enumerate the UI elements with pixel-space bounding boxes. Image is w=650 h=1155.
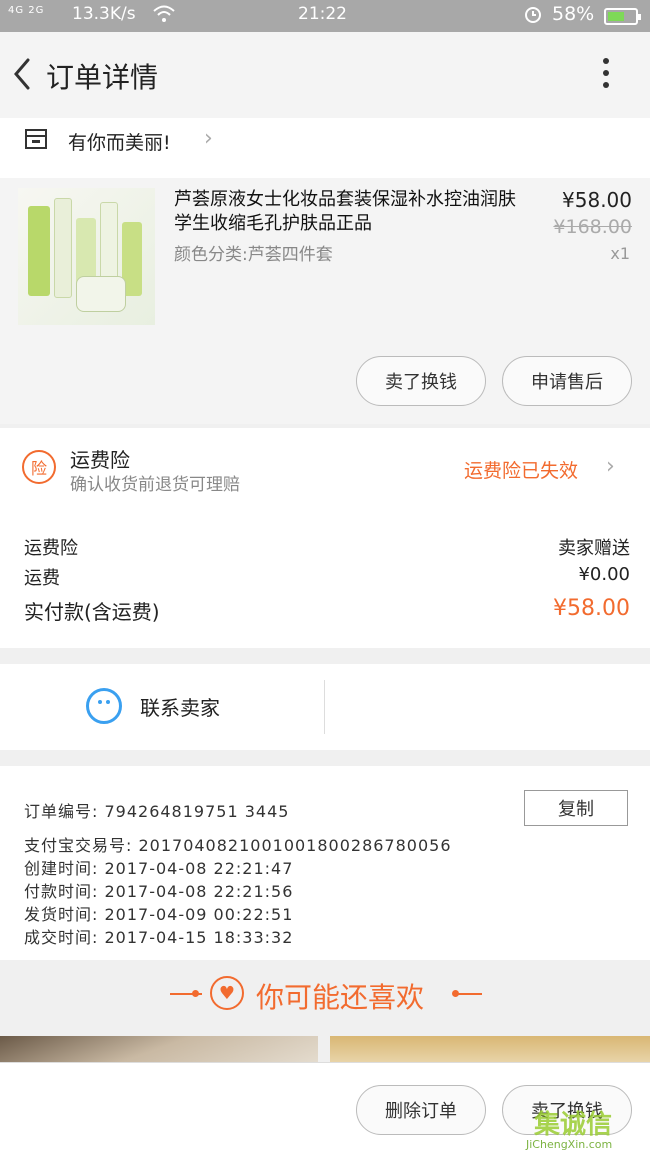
fee-value: ¥0.00	[578, 564, 630, 585]
insurance-status: 运费险已失效	[464, 460, 579, 482]
product-price: ¥58.00	[562, 188, 632, 212]
product-card: 芦荟原液女士化妆品套装保湿补水控油润肤学生收缩毛孔护肤品正品 颜色分类:芦荟四件…	[0, 178, 650, 424]
product-name[interactable]: 芦荟原液女士化妆品套装保湿补水控油润肤学生收缩毛孔护肤品正品	[174, 188, 526, 236]
alarm-icon	[522, 3, 544, 30]
contact-bar: 联系卖家	[0, 664, 650, 750]
completed-time: 成交时间: 2017-04-15 18:33:32	[24, 928, 294, 947]
chevron-right-icon: ›	[204, 126, 213, 151]
contact-seller-button[interactable]: 联系卖家	[140, 692, 220, 721]
clock: 21:22	[298, 4, 347, 24]
back-arrow-icon[interactable]	[8, 54, 38, 94]
chevron-right-icon: ›	[606, 454, 615, 479]
product-image[interactable]	[18, 188, 155, 325]
fee-label: 运费	[24, 568, 60, 589]
delete-order-button[interactable]: 删除订单	[356, 1085, 486, 1135]
shop-row[interactable]: 有你而美丽! ›	[0, 118, 650, 178]
fee-row: 运费险 卖家赠送	[24, 534, 630, 560]
chat-face-icon[interactable]	[86, 688, 122, 724]
watermark-text: 集诚信	[534, 1110, 613, 1140]
top-nav: 订单详情	[0, 32, 650, 118]
paid-row: 实付款(含运费) ¥58.00	[24, 596, 630, 625]
order-info: 订单编号: 794264819751 3445 复制 支付宝交易号: 20170…	[0, 766, 650, 960]
paid-amount: ¥58.00	[553, 596, 630, 621]
resell-button[interactable]: 卖了换钱	[356, 356, 486, 406]
shop-name: 有你而美丽!	[68, 132, 171, 154]
after-sales-button[interactable]: 申请售后	[502, 356, 632, 406]
watermark-url: JiChengXin.com	[526, 1138, 613, 1151]
network-speed: 13.3K/s	[72, 4, 136, 24]
signal-indicator: 4G 2G	[8, 5, 45, 16]
fee-label: 运费险	[24, 538, 78, 559]
fee-summary: 运费险 卖家赠送 运费 ¥0.00 实付款(含运费) ¥58.00	[0, 508, 650, 648]
status-bar: 4G 2G 13.3K/s 21:22 58%	[0, 0, 650, 32]
heart-icon: ♥	[210, 976, 244, 1010]
insurance-badge-icon: 险	[22, 450, 56, 484]
insurance-title: 运费险	[70, 448, 130, 472]
fee-row: 运费 ¥0.00	[24, 564, 630, 590]
paid-time: 付款时间: 2017-04-08 22:21:56	[24, 882, 294, 901]
recommend-header: ♥ 你可能还喜欢	[0, 964, 650, 1024]
original-price: ¥168.00	[553, 216, 632, 238]
decor-dot	[192, 990, 199, 997]
insurance-subtitle: 确认收货前退货可理赔	[70, 475, 240, 495]
battery-percent: 58%	[552, 3, 595, 25]
paid-label: 实付款(含运费)	[24, 600, 160, 624]
recommend-title: 你可能还喜欢	[256, 981, 425, 1014]
shipped-time: 发货时间: 2017-04-09 00:22:51	[24, 905, 294, 924]
product-quantity: x1	[610, 244, 630, 263]
created-time: 创建时间: 2017-04-08 22:21:47	[24, 859, 294, 878]
watermark-logo: 集诚信 JiChengXin.com	[526, 1104, 650, 1155]
page-title: 订单详情	[46, 61, 159, 94]
divider	[324, 680, 325, 734]
order-number: 订单编号: 794264819751 3445	[24, 802, 290, 821]
product-variant: 颜色分类:芦荟四件套	[174, 245, 333, 265]
store-icon	[24, 128, 48, 150]
more-menu-icon[interactable]	[596, 58, 616, 98]
battery-icon	[604, 8, 641, 25]
fee-value: 卖家赠送	[558, 538, 630, 559]
shipping-insurance-row[interactable]: 险 运费险 确认收货前退货可理赔 运费险已失效 ›	[0, 428, 650, 508]
wifi-icon	[152, 3, 176, 30]
decor-line	[454, 993, 482, 995]
copy-button[interactable]: 复制	[524, 790, 628, 826]
alipay-trade-number: 支付宝交易号: 2017040821001001800286780056	[24, 836, 452, 855]
